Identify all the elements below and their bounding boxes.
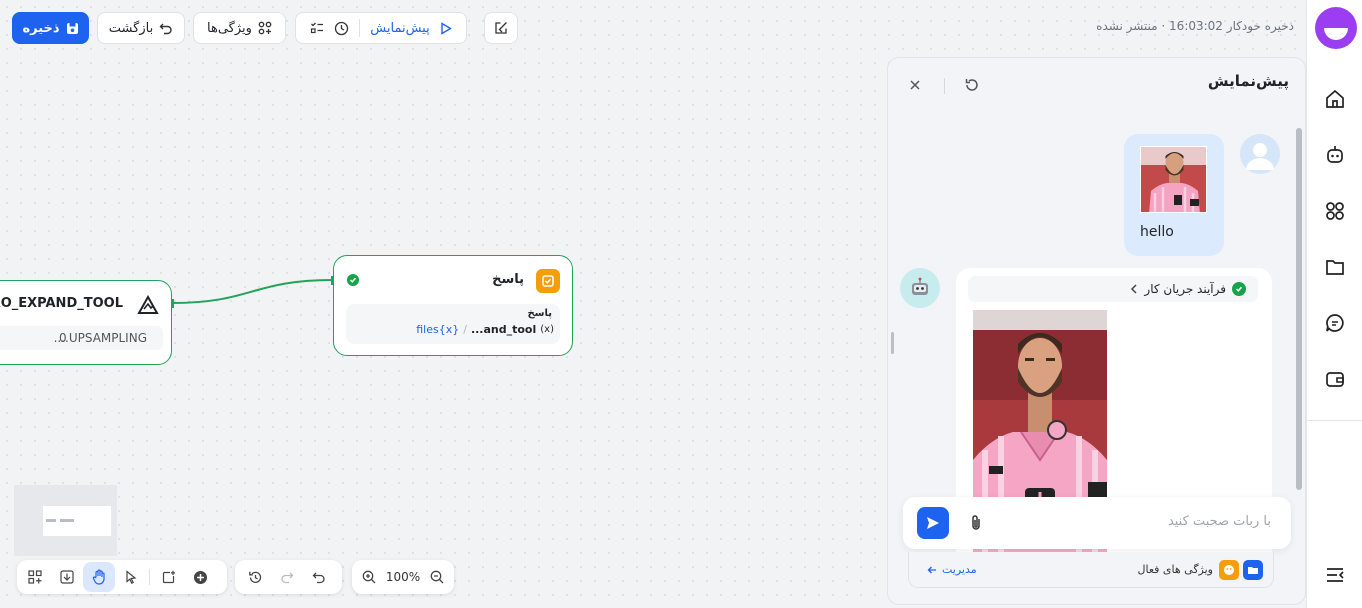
variable-tool: ...and_tool — [470, 323, 537, 336]
bot-avatar — [900, 268, 940, 308]
variable-separator: / — [463, 323, 467, 336]
header-divider — [944, 78, 945, 94]
tools-divider — [149, 569, 150, 585]
user-avatar — [1240, 134, 1280, 174]
refresh-icon[interactable] — [964, 77, 980, 93]
arrow-left-icon — [927, 565, 937, 575]
node-title: پاسخ — [492, 272, 524, 287]
manage-label: مدیریت — [942, 563, 977, 576]
app-sidebar — [1306, 0, 1362, 608]
resize-handle[interactable] — [891, 332, 894, 354]
manage-link[interactable]: مدیریت — [927, 563, 977, 576]
home-icon[interactable] — [1320, 84, 1350, 114]
canvas-tools — [17, 560, 227, 594]
export-image-icon[interactable] — [51, 562, 83, 592]
wallet-icon[interactable] — [1320, 364, 1350, 394]
param-name: ....UPSAMPLING — [53, 331, 147, 345]
answer-field-label: پاسخ — [527, 308, 552, 319]
send-button[interactable] — [917, 507, 949, 539]
add-note-icon[interactable] — [152, 562, 184, 592]
warning-triangle-icon — [137, 295, 159, 315]
chat-icon[interactable] — [1320, 308, 1350, 338]
chevron-left-icon — [1130, 284, 1138, 294]
features-label: ویژگی‌ها — [207, 20, 252, 36]
status-check-icon — [347, 274, 359, 286]
chat-scrollbar[interactable] — [1296, 128, 1302, 490]
chat-input[interactable]: با ربات صحبت کنید — [1168, 514, 1271, 529]
node-title: PRO_EXPAND_TOOL — [0, 296, 123, 311]
success-check-icon — [1232, 282, 1246, 296]
zoom-level[interactable]: 100% — [386, 570, 420, 584]
preview-group: پیش‌نمایش — [295, 12, 467, 44]
collapse-menu-icon[interactable] — [1320, 560, 1350, 590]
run-history-icon[interactable] — [334, 21, 349, 36]
attachment-icon[interactable] — [969, 514, 983, 532]
close-icon[interactable] — [909, 79, 921, 91]
back-label: بازگشت — [108, 20, 154, 36]
version-history-icon[interactable] — [239, 562, 271, 592]
workflow-process-chip[interactable]: فرآیند جریان کار — [968, 276, 1258, 302]
answer-node[interactable]: پاسخ پاسخ files{x} / ...and_tool (x) — [333, 255, 573, 356]
pointer-tool-icon[interactable] — [115, 562, 147, 592]
history-tools — [235, 560, 342, 594]
connection-edge — [171, 279, 334, 304]
undo-arrow-icon — [159, 21, 173, 35]
variable-files: files{x} — [416, 323, 460, 336]
brand-logo[interactable] — [1315, 7, 1357, 49]
node-param: ....UPSAMPLING 0 — [0, 326, 163, 350]
checklist-icon[interactable] — [310, 21, 324, 35]
preview-label[interactable]: پیش‌نمایش — [370, 21, 429, 36]
workflow-label: فرآیند جریان کار — [1144, 282, 1226, 296]
zoom-in-icon[interactable] — [356, 562, 382, 592]
play-icon[interactable] — [440, 21, 452, 35]
feature-emoji-icon — [1219, 560, 1239, 580]
user-message-bubble: hello — [1124, 134, 1224, 256]
add-node-icon[interactable] — [184, 562, 216, 592]
tool-node[interactable]: PRO_EXPAND_TOOL ....UPSAMPLING 0 — [0, 280, 172, 365]
save-label: ذخیره — [22, 20, 60, 36]
publish-icon — [494, 21, 508, 35]
sidebar-divider — [1307, 420, 1362, 421]
variable-icon: (x) — [540, 324, 554, 335]
redo-icon[interactable] — [271, 562, 303, 592]
undo-icon[interactable] — [303, 562, 335, 592]
back-button[interactable]: بازگشت — [97, 12, 185, 44]
user-attached-image[interactable] — [1140, 146, 1207, 213]
toolbar-divider — [359, 19, 361, 37]
feature-upload-icon — [1243, 560, 1263, 580]
hand-tool-icon[interactable] — [83, 562, 115, 592]
user-message-text: hello — [1140, 224, 1174, 240]
apps-icon[interactable] — [1320, 196, 1350, 226]
chat-input-card: با ربات صحبت کنید — [903, 497, 1291, 549]
answer-node-icon — [536, 269, 560, 293]
save-button[interactable]: ذخیره — [12, 12, 89, 44]
panel-title: پیش‌نمایش — [1207, 72, 1289, 90]
floppy-icon — [66, 22, 79, 35]
robot-icon[interactable] — [1320, 140, 1350, 170]
answer-field: پاسخ files{x} / ...and_tool (x) — [346, 304, 560, 344]
answer-variables: files{x} / ...and_tool (x) — [416, 323, 554, 336]
active-features-label: ویژگی های فعال — [1137, 563, 1213, 576]
add-block-icon[interactable] — [19, 562, 51, 592]
folder-icon[interactable] — [1320, 252, 1350, 282]
autosave-status: ذخیره خودکار 16:03:02 · منتشر نشده — [1096, 19, 1294, 33]
param-value: 0 — [59, 331, 67, 345]
preview-panel: پیش‌نمایش hello — [887, 57, 1306, 605]
zoom-out-icon[interactable] — [424, 562, 450, 592]
features-button[interactable]: ویژگی‌ها — [193, 12, 286, 44]
zoom-tools: 100% — [352, 560, 454, 594]
features-grid-icon — [258, 21, 272, 35]
publish-icon-button[interactable] — [484, 12, 518, 44]
active-features-bar: ویژگی های فعال مدیریت — [908, 552, 1274, 588]
